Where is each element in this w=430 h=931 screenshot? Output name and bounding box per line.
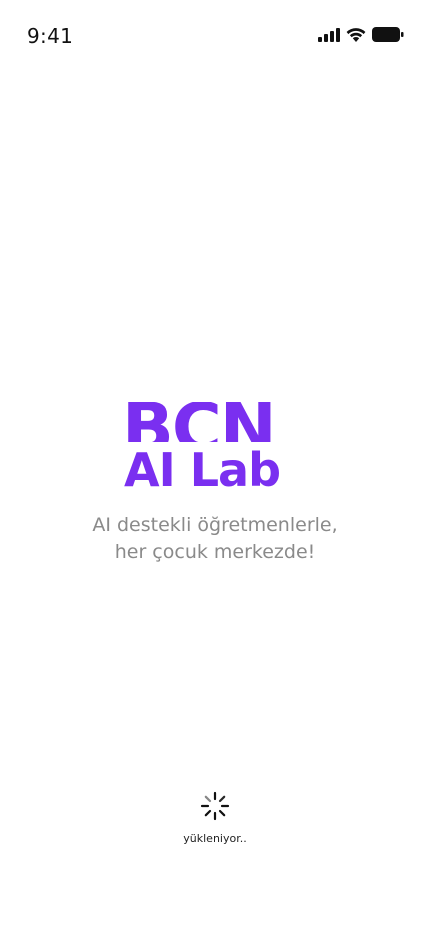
cellular-signal-icon [318, 27, 340, 42]
app-logo: BCN AI Lab [122, 402, 306, 494]
wifi-icon [346, 27, 366, 42]
battery-icon [372, 27, 404, 42]
logo-title: AI Lab [124, 443, 281, 497]
tagline-line-2: her çocuk merkezde! [114, 541, 316, 563]
tagline: AI destekli öğretmenlerle, her çocuk mer… [0, 512, 430, 566]
status-icons [318, 27, 404, 42]
logo-top-text: BCN [122, 402, 277, 442]
status-bar: 9:41 [0, 0, 430, 72]
logo-top-mark: BCN [122, 402, 306, 442]
tagline-line-1: AI destekli öğretmenlerle, [92, 514, 338, 536]
status-time: 9:41 [27, 24, 74, 48]
spinner-icon [200, 791, 230, 821]
loading-text: yükleniyor.. [183, 832, 247, 845]
